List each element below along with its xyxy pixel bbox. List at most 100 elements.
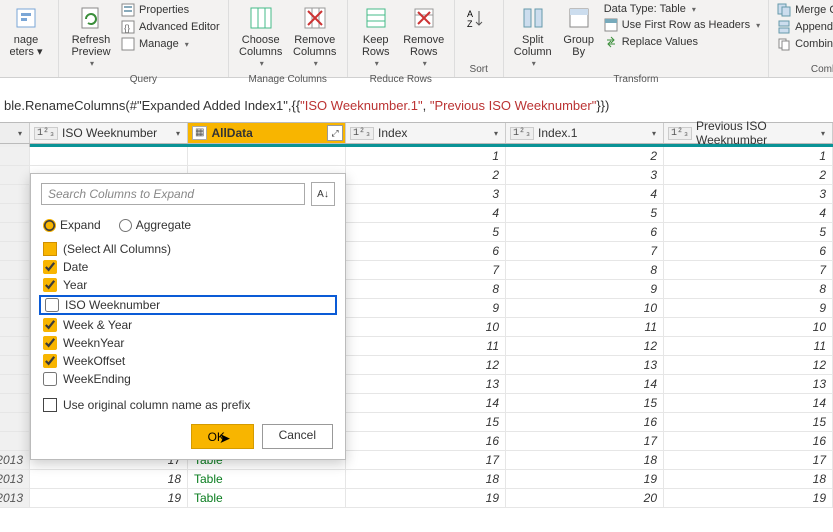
label: Replace Values: [622, 36, 698, 48]
label: Properties: [139, 4, 189, 16]
select-all-columns-checkbox[interactable]: (Select All Columns): [43, 240, 333, 258]
group-label: Sort: [461, 64, 497, 75]
headers-icon: [604, 18, 618, 32]
filter-dropdown[interactable]: ▾: [816, 126, 830, 140]
column-label: Previous ISO Weeknumber: [696, 119, 828, 147]
column-label: AllData: [211, 126, 341, 140]
split-column-button[interactable]: SplitColumn▾: [510, 2, 556, 72]
label: Merge Queries: [795, 4, 833, 16]
sort-asc-button[interactable]: AZ: [461, 2, 491, 36]
expand-radio[interactable]: Expand: [43, 218, 101, 232]
table-row[interactable]: 12/201319Table192019: [0, 489, 833, 508]
ok-button[interactable]: OK➤: [191, 424, 254, 449]
filter-dropdown[interactable]: ▾: [13, 126, 27, 140]
svg-text:A: A: [467, 9, 473, 19]
label: Append Queries: [795, 21, 833, 33]
label: Advanced Editor: [139, 21, 220, 33]
group-label: Query: [65, 74, 222, 85]
search-columns-input[interactable]: Search Columns to Expand: [41, 183, 305, 205]
label: RefreshPreview: [71, 34, 110, 58]
group-by-button[interactable]: GroupBy: [558, 2, 600, 60]
table-row[interactable]: 121: [0, 147, 833, 166]
group-label: Reduce Rows: [354, 74, 448, 85]
datatype-number-icon: 1²₃: [34, 127, 58, 140]
first-row-headers-button[interactable]: Use First Row as Headers▾: [602, 17, 762, 33]
combine-files-button[interactable]: Combine Files: [775, 36, 833, 52]
label: RemoveColumns: [293, 34, 336, 58]
append-queries-button[interactable]: Append Queries▾: [775, 19, 833, 35]
remove-columns-button[interactable]: RemoveColumns▾: [289, 2, 341, 72]
label: KeepRows: [362, 34, 390, 58]
datatype-table-icon: ▦: [192, 126, 207, 140]
expand-columns-popup: Search Columns to Expand A↓ Expand Aggre…: [30, 173, 346, 460]
use-prefix-checkbox[interactable]: [43, 398, 57, 412]
column-checkbox-date[interactable]: Date: [43, 258, 333, 276]
column-header-index1[interactable]: 1²₃ Index.1 ▾: [506, 123, 664, 143]
group-label: [0, 64, 52, 75]
keep-rows-button[interactable]: KeepRows▾: [354, 2, 398, 72]
data-type-button[interactable]: Data Type: Table▾: [602, 2, 762, 16]
label: Manage: [139, 38, 179, 50]
column-header-index[interactable]: 1²₃ Index ▾: [346, 123, 506, 143]
group-label: Manage Columns: [235, 74, 341, 85]
choose-columns-icon: [247, 4, 275, 32]
label: ChooseColumns: [239, 34, 282, 58]
label: Data Type: Table: [604, 3, 686, 15]
datatype-number-icon: 1²₃: [350, 127, 374, 140]
row-header-corner[interactable]: ▾: [0, 123, 30, 143]
properties-button[interactable]: Properties: [119, 2, 222, 18]
filter-dropdown[interactable]: ▾: [489, 126, 503, 140]
remove-rows-button[interactable]: RemoveRows▾: [400, 2, 448, 72]
manage-button[interactable]: Manage▾: [119, 36, 222, 52]
column-checkbox-week-year[interactable]: Week & Year: [43, 316, 333, 334]
sort-asc-icon: AZ: [462, 4, 490, 32]
sort-columns-button[interactable]: A↓: [311, 182, 335, 206]
column-checkbox-weeknyear[interactable]: WeeknYear: [43, 334, 333, 352]
filter-dropdown[interactable]: ▾: [647, 126, 661, 140]
properties-icon: [121, 3, 135, 17]
manage-parameters-button[interactable]: nageeters ▾: [0, 2, 52, 60]
merge-queries-button[interactable]: Merge Queries▾: [775, 2, 833, 18]
column-header-alldata[interactable]: ▦ AllData ⤢: [188, 123, 346, 143]
column-checkbox-iso-weeknumber[interactable]: ISO Weeknumber: [39, 295, 337, 315]
merge-icon: [777, 3, 791, 17]
aggregate-radio[interactable]: Aggregate: [119, 218, 191, 232]
label: nageeters ▾: [9, 34, 42, 58]
refresh-icon: [77, 4, 105, 32]
label: SplitColumn: [514, 34, 552, 58]
table-row[interactable]: 5/201318Table181918: [0, 470, 833, 489]
svg-text:Z: Z: [467, 19, 473, 29]
label: Combine Files: [795, 38, 833, 50]
formula-text: ble.RenameColumns(#"Expanded Added Index…: [4, 98, 609, 113]
use-prefix-label: Use original column name as prefix: [63, 398, 250, 412]
column-label: Index.1: [538, 126, 659, 140]
label: RemoveRows: [403, 34, 444, 58]
cancel-button[interactable]: Cancel: [262, 424, 333, 449]
replace-values-button[interactable]: Replace Values: [602, 34, 762, 50]
advanced-editor-button[interactable]: {} Advanced Editor: [119, 19, 222, 35]
column-checkbox-year[interactable]: Year: [43, 276, 333, 294]
parameters-icon: [12, 4, 40, 32]
table-header-row: ▾ 1²₃ ISO Weeknumber ▾ ▦ AllData ⤢ 1²₃ I…: [0, 122, 833, 144]
datatype-number-icon: 1²₃: [668, 127, 692, 140]
append-icon: [777, 20, 791, 34]
expand-column-button[interactable]: ⤢: [327, 125, 343, 141]
group-label: Combine: [775, 64, 833, 75]
remove-columns-icon: [301, 4, 329, 32]
column-checkbox-weekoffset[interactable]: WeekOffset: [43, 352, 333, 370]
combine-files-icon: [777, 37, 791, 51]
refresh-preview-button[interactable]: RefreshPreview ▾: [65, 2, 117, 72]
filter-dropdown[interactable]: ▾: [171, 126, 185, 140]
column-label: Index: [378, 126, 501, 140]
column-label: ISO Weeknumber: [62, 126, 183, 140]
choose-columns-button[interactable]: ChooseColumns▾: [235, 2, 287, 72]
column-checkbox-weekending[interactable]: WeekEnding: [43, 370, 333, 388]
split-column-icon: [519, 4, 547, 32]
group-by-icon: [565, 4, 593, 32]
column-header-prev-iso[interactable]: 1²₃ Previous ISO Weeknumber ▾: [664, 123, 833, 143]
column-header-iso-weeknumber[interactable]: 1²₃ ISO Weeknumber ▾: [30, 123, 188, 143]
advanced-editor-icon: {}: [121, 20, 135, 34]
label: GroupBy: [563, 34, 594, 58]
label: Use First Row as Headers: [622, 19, 750, 31]
replace-icon: [604, 35, 618, 49]
